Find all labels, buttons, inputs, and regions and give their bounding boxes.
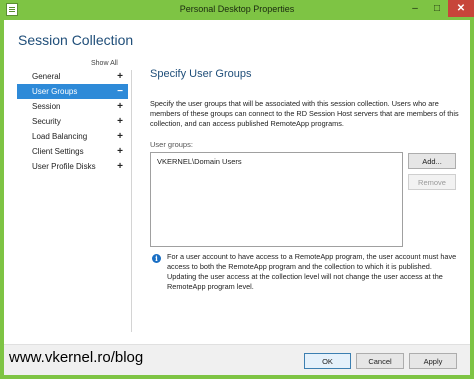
close-button[interactable]: ✕ <box>448 0 474 17</box>
sidebar-item-user-groups[interactable]: User Groups − <box>17 84 128 99</box>
list-item[interactable]: VKERNEL\Domain Users <box>157 157 242 166</box>
expand-icon[interactable]: + <box>117 159 123 174</box>
sidebar-item-label: Session <box>32 102 61 111</box>
maximize-button[interactable]: □ <box>426 0 448 17</box>
expand-icon[interactable]: + <box>117 114 123 129</box>
show-all-link[interactable]: Show All <box>91 60 118 67</box>
collapse-icon[interactable]: − <box>117 84 123 99</box>
sidebar-item-user-profile-disks[interactable]: User Profile Disks + <box>17 159 128 174</box>
title-bar[interactable]: Personal Desktop Properties – □ ✕ <box>0 0 474 20</box>
user-groups-label: User groups: <box>150 140 193 149</box>
sidebar-item-label: User Profile Disks <box>32 162 96 171</box>
user-groups-list[interactable]: VKERNEL\Domain Users <box>150 152 403 247</box>
info-icon: i <box>152 254 161 263</box>
collection-title: Session Collection <box>18 32 134 48</box>
cancel-button[interactable]: Cancel <box>356 353 404 369</box>
sidebar-nav: General + User Groups − Session + Securi… <box>17 69 128 174</box>
sidebar-item-label: Security <box>32 117 61 126</box>
nav-divider <box>131 70 132 332</box>
dialog-client-area: Session Collection Show All General + Us… <box>4 20 470 375</box>
sidebar-item-load-balancing[interactable]: Load Balancing + <box>17 129 128 144</box>
sidebar-item-session[interactable]: Session + <box>17 99 128 114</box>
sidebar-item-general[interactable]: General + <box>17 69 128 84</box>
expand-icon[interactable]: + <box>117 99 123 114</box>
sidebar-item-label: Client Settings <box>32 147 84 156</box>
sidebar-item-label: User Groups <box>32 87 78 96</box>
apply-button[interactable]: Apply <box>409 353 457 369</box>
ok-button[interactable]: OK <box>304 353 351 369</box>
expand-icon[interactable]: + <box>117 69 123 84</box>
section-description: Specify the user groups that will be ass… <box>150 99 459 128</box>
sidebar-item-label: Load Balancing <box>32 132 88 141</box>
properties-window: Personal Desktop Properties – □ ✕ Sessio… <box>0 0 474 379</box>
sidebar-item-label: General <box>32 72 61 81</box>
sidebar-item-client-settings[interactable]: Client Settings + <box>17 144 128 159</box>
expand-icon[interactable]: + <box>117 144 123 159</box>
info-text: For a user account to have access to a R… <box>167 252 457 291</box>
section-heading: Specify User Groups <box>150 68 252 80</box>
expand-icon[interactable]: + <box>117 129 123 144</box>
sidebar-item-security[interactable]: Security + <box>17 114 128 129</box>
minimize-button[interactable]: – <box>404 0 426 17</box>
watermark: www.vkernel.ro/blog <box>9 349 144 366</box>
window-title: Personal Desktop Properties <box>179 4 295 14</box>
add-button[interactable]: Add... <box>408 153 456 169</box>
remove-button[interactable]: Remove <box>408 174 456 190</box>
